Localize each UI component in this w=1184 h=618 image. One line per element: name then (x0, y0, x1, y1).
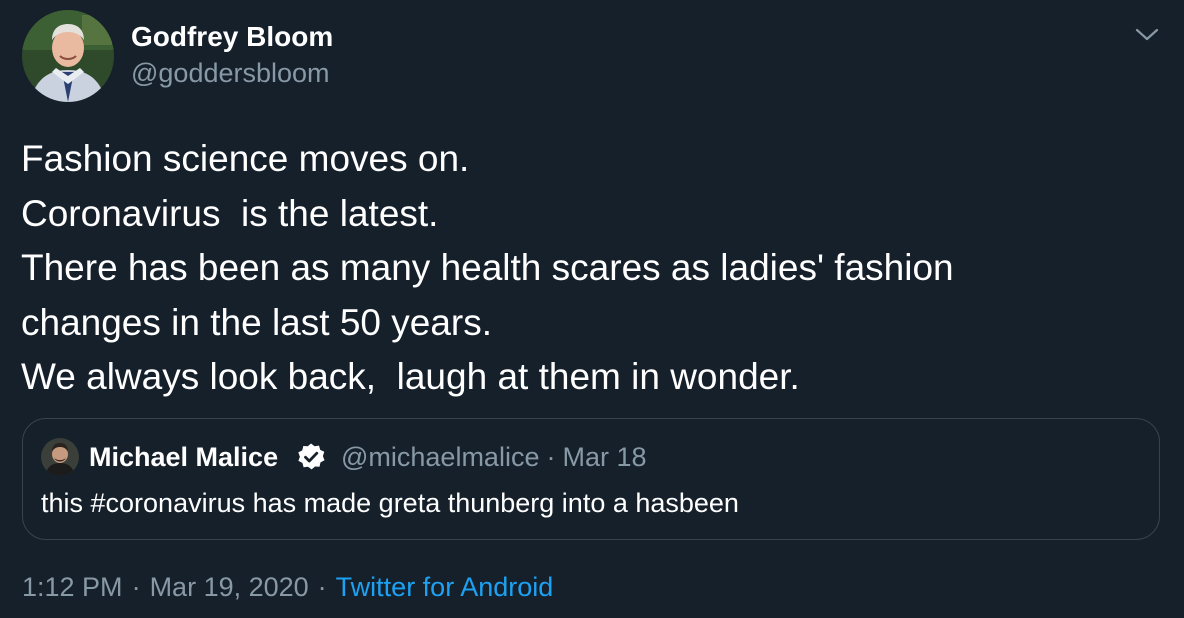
footer-separator: · (131, 572, 141, 602)
verified-badge-icon (296, 442, 326, 472)
tweet-text-line: Fashion science moves on. (21, 138, 470, 179)
tweet-text-line: We always look back, laugh at them in wo… (21, 356, 800, 397)
meta-separator: · (546, 442, 556, 472)
tweet-footer: 1:12 PM · Mar 19, 2020 · Twitter for Android (22, 571, 553, 603)
tweet-text: Fashion science moves on. Coronavirus is… (21, 132, 1161, 405)
author-avatar[interactable] (22, 10, 114, 102)
author-handle[interactable]: @goddersbloom (131, 56, 330, 90)
tweet-date[interactable]: Mar 19, 2020 (150, 572, 309, 602)
quoted-author-handle: @michaelmalice (341, 442, 540, 472)
author-avatar-image (22, 10, 114, 102)
tweet-text-line: There has been as many health scares as … (21, 247, 954, 288)
footer-separator: · (317, 572, 327, 602)
tweet-text-line: Coronavirus is the latest. (21, 192, 439, 234)
quoted-author-avatar (41, 438, 79, 476)
chevron-down-icon[interactable] (1133, 22, 1161, 46)
tweet-source-link[interactable]: Twitter for Android (336, 572, 554, 602)
tweet-text-line: changes in the last 50 years. (21, 301, 493, 343)
quoted-tweet-card[interactable]: Michael Malice @michaelmalice · Mar 18 thi… (22, 418, 1160, 540)
tweet: Godfrey Bloom @goddersbloom Fashion scie… (0, 0, 1184, 618)
quoted-tweet-text: this #coronavirus has made greta thunber… (41, 488, 739, 518)
author-display-name[interactable]: Godfrey Bloom (131, 20, 333, 54)
quoted-tweet-meta: @michaelmalice · Mar 18 (341, 441, 647, 473)
quoted-author-display-name: Michael Malice (89, 442, 279, 472)
tweet-time[interactable]: 1:12 PM (22, 572, 123, 602)
quoted-tweet-date: Mar 18 (562, 442, 647, 472)
